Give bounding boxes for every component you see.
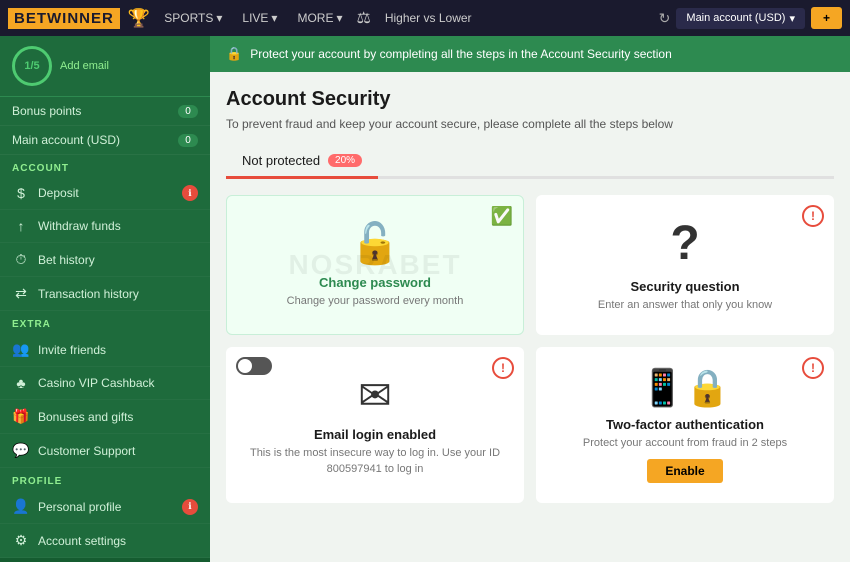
extra-section-label: EXTRA <box>0 311 210 333</box>
withdraw-icon: ↑ <box>12 218 30 234</box>
account-section-label: ACCOUNT <box>0 155 210 177</box>
profile-area: 1/5 Add email <box>0 36 210 97</box>
two-factor-icon: 📱🔒 <box>640 367 730 409</box>
sidebar-item-support[interactable]: 💬 Customer Support <box>0 434 210 468</box>
lock-open-icon: 🔓 <box>350 220 400 267</box>
tab-percentage-badge: 20% <box>328 154 362 167</box>
profile-info-badge: ℹ <box>182 499 198 515</box>
sidebar-item-bet-history[interactable]: ⏱ Bet history <box>0 243 210 277</box>
tab-not-protected[interactable]: Not protected 20% <box>226 145 378 179</box>
change-password-subtitle: Change your password every month <box>287 294 464 309</box>
security-cards-grid: NOSRABET ✅ 🔓 Change password Change your… <box>226 195 834 503</box>
sidebar-main-account: Main account (USD) 0 <box>0 126 210 155</box>
sidebar-item-withdraw[interactable]: ↑ Withdraw funds <box>0 210 210 243</box>
change-password-title[interactable]: Change password <box>319 275 431 290</box>
main-account-badge: 0 <box>178 134 198 147</box>
email-login-title: Email login enabled <box>314 427 436 442</box>
bonus-points-badge: 0 <box>178 105 198 118</box>
two-factor-subtitle: Protect your account from fraud in 2 ste… <box>583 436 787 451</box>
change-password-card: NOSRABET ✅ 🔓 Change password Change your… <box>226 195 524 335</box>
progress-circle: 1/5 <box>12 46 52 86</box>
support-icon: 💬 <box>12 442 30 459</box>
scales-icon: ⚖ <box>356 8 370 28</box>
user-icon: 👤 <box>12 498 30 515</box>
security-question-card: ! ? Security question Enter an answer th… <box>536 195 834 335</box>
brand-logo[interactable]: BETWINNER <box>8 8 120 29</box>
two-factor-card: ! 📱🔒 Two-factor authentication Protect y… <box>536 347 834 503</box>
refresh-icon[interactable]: ↻ <box>659 10 671 27</box>
alert-lock-icon: 🔒 <box>226 46 242 62</box>
check-icon: ✅ <box>491 206 513 227</box>
enable-button[interactable]: Enable <box>647 459 722 483</box>
warning-icon: ! <box>802 357 824 379</box>
account-balance-button[interactable]: Main account (USD) ▾ <box>676 8 805 29</box>
top-navigation: BETWINNER 🏆 SPORTS ▾ LIVE ▾ MORE ▾ ⚖ Hig… <box>0 0 850 36</box>
sidebar-item-account-settings[interactable]: ⚙ Account settings <box>0 524 210 558</box>
sidebar-bonus-points: Bonus points 0 <box>0 97 210 126</box>
tabs-row: Not protected 20% <box>226 145 834 179</box>
sidebar-item-transaction-history[interactable]: ⇄ Transaction history <box>0 277 210 311</box>
sidebar-item-bonuses[interactable]: 🎁 Bonuses and gifts <box>0 400 210 434</box>
sidebar-item-deposit[interactable]: $ Deposit ℹ <box>0 177 210 210</box>
brand-emblem: 🏆 <box>128 8 150 29</box>
email-icon: ✉ <box>358 373 392 419</box>
sidebar-item-security[interactable]: 🔒 Security ℹ <box>0 558 210 562</box>
email-toggle-area[interactable] <box>236 357 272 375</box>
transaction-icon: ⇄ <box>12 285 30 302</box>
add-email-label[interactable]: Add email <box>60 60 109 72</box>
sidebar: 1/5 Add email Bonus points 0 Main accoun… <box>0 36 210 562</box>
nav-bet[interactable]: Higher vs Lower <box>379 7 478 29</box>
balance-area: ↻ Main account (USD) ▾ + <box>659 7 842 29</box>
settings-icon: ⚙ <box>12 532 30 549</box>
email-login-subtitle: This is the most insecure way to log in.… <box>242 446 508 477</box>
sidebar-item-personal-profile[interactable]: 👤 Personal profile ℹ <box>0 490 210 524</box>
profile-section-label: PROFILE <box>0 468 210 490</box>
security-question-subtitle: Enter an answer that only you know <box>598 298 772 313</box>
page-subtitle: To prevent fraud and keep your account s… <box>226 117 834 131</box>
main-layout: 1/5 Add email Bonus points 0 Main accoun… <box>0 36 850 562</box>
gift-icon: 🎁 <box>12 408 30 425</box>
chevron-down-icon: ▾ <box>336 11 342 25</box>
sidebar-item-casino-vip[interactable]: ♣ Casino VIP Cashback <box>0 367 210 400</box>
history-icon: ⏱ <box>12 251 30 268</box>
chevron-down-icon: ▾ <box>271 11 277 25</box>
email-login-card: ! ✉ Email login enabled This is the most… <box>226 347 524 503</box>
dollar-icon: $ <box>12 185 30 201</box>
warning-icon: ! <box>492 357 514 379</box>
nav-live[interactable]: LIVE ▾ <box>236 7 283 29</box>
deposit-info-badge: ℹ <box>182 185 198 201</box>
two-factor-title: Two-factor authentication <box>606 417 764 432</box>
page-title: Account Security <box>226 88 834 111</box>
security-question-title[interactable]: Security question <box>630 279 739 294</box>
deposit-button[interactable]: + <box>811 7 842 29</box>
alert-banner: 🔒 Protect your account by completing all… <box>210 36 850 72</box>
friends-icon: 👥 <box>12 341 30 358</box>
nav-sports[interactable]: SPORTS ▾ <box>158 7 228 29</box>
sidebar-item-invite[interactable]: 👥 Invite friends <box>0 333 210 367</box>
chevron-down-icon: ▾ <box>789 12 795 25</box>
vip-icon: ♣ <box>12 375 30 391</box>
warning-icon: ! <box>802 205 824 227</box>
chevron-down-icon: ▾ <box>216 11 222 25</box>
question-mark-icon: ? <box>670 216 699 271</box>
toggle-knob <box>238 359 252 373</box>
main-content: 🔒 Protect your account by completing all… <box>210 36 850 562</box>
nav-more[interactable]: MORE ▾ <box>291 7 348 29</box>
content-area: Account Security To prevent fraud and ke… <box>210 72 850 562</box>
email-toggle-switch[interactable] <box>236 357 272 375</box>
